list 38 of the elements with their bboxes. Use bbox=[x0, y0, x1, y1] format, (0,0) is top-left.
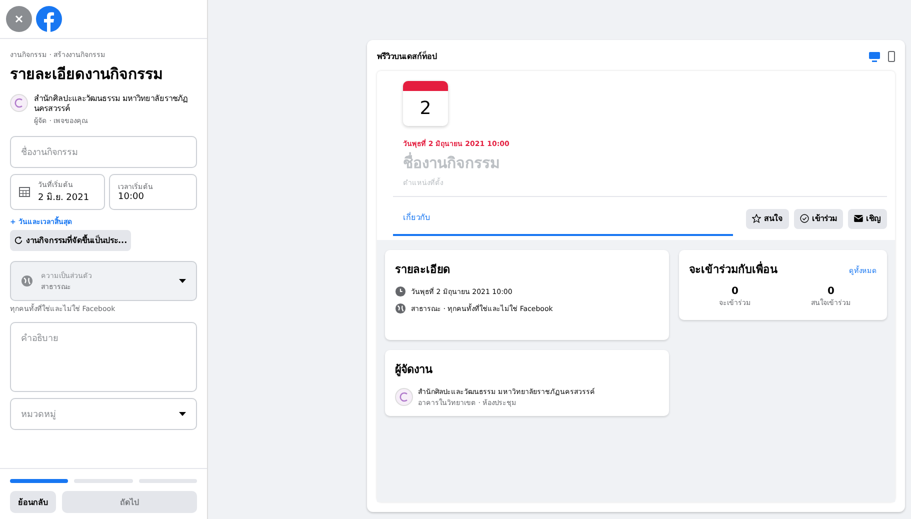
close-button[interactable] bbox=[6, 6, 32, 32]
globe-icon bbox=[395, 303, 406, 314]
field-value: 10:00 bbox=[118, 192, 145, 202]
action-button[interactable]: เข้าร่วม bbox=[794, 208, 843, 228]
back-button[interactable]: ย้อนกลับ bbox=[10, 491, 56, 513]
stat-value: 0 bbox=[732, 286, 738, 297]
caret-icon bbox=[179, 412, 186, 416]
logo-icon bbox=[13, 97, 25, 109]
envelope-icon bbox=[854, 215, 863, 222]
event-name-field[interactable]: ชื่องานกิจกรรม bbox=[10, 136, 197, 168]
card-title: ผู้จัดงาน bbox=[395, 362, 434, 378]
category-dropdown[interactable]: หมวดหมู่ bbox=[10, 398, 197, 430]
event-name: ชื่องานกิจกรรม bbox=[403, 151, 501, 174]
check-circle-icon bbox=[800, 214, 809, 223]
preview-title: พรีวิวบนเดสก์ท็อป bbox=[377, 50, 437, 63]
page-title: รายละเอียดงานกิจกรรม bbox=[10, 64, 164, 85]
calendar-badge: 2 bbox=[403, 81, 448, 126]
about-tab[interactable]: เกี่ยวกับ bbox=[393, 201, 733, 236]
calendar-icon bbox=[19, 186, 30, 197]
action-button[interactable]: สนใจ bbox=[746, 208, 789, 228]
card-title: จะเข้าร่วมกับเพื่อน bbox=[689, 260, 778, 278]
caret-icon bbox=[179, 278, 186, 283]
globe-icon bbox=[21, 274, 33, 287]
close-icon bbox=[14, 14, 24, 24]
field-value: 2 มิ.ย. 2021 bbox=[38, 192, 90, 204]
refresh-icon bbox=[14, 236, 23, 245]
logo-icon bbox=[398, 391, 410, 403]
recurring-event-button[interactable]: งานกิจกรรมที่จัดขึ้นเป็นประ... bbox=[10, 230, 132, 251]
star-icon bbox=[752, 214, 761, 223]
desktop-icon[interactable] bbox=[869, 52, 880, 62]
host-name: สำนักศิลปะและวัฒนธรรม มหาวิทยาลัยราชภัฏนครสวรรค์ bbox=[34, 94, 189, 115]
card-title: รายละเอียด bbox=[395, 262, 451, 278]
stat-value: 0 bbox=[828, 286, 834, 297]
facebook-logo-icon[interactable] bbox=[36, 6, 62, 32]
phone-icon[interactable] bbox=[888, 51, 895, 62]
action-button[interactable]: เชิญ bbox=[848, 208, 887, 228]
description-field[interactable]: คำอธิบาย bbox=[10, 322, 197, 392]
clock-icon bbox=[395, 286, 406, 297]
